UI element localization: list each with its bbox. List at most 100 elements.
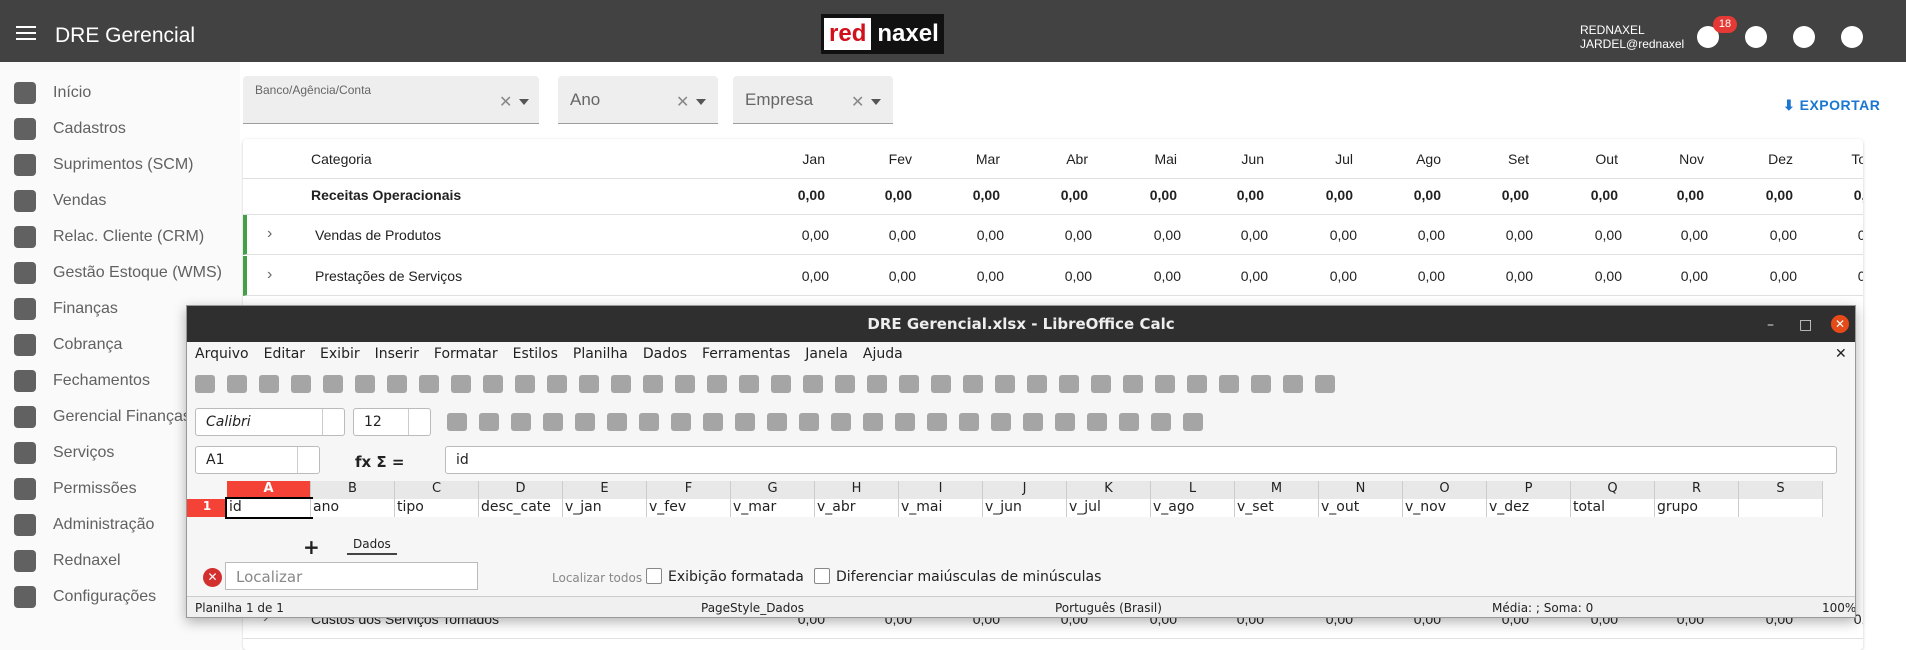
help-icon[interactable] [1745,26,1767,48]
grid-cell[interactable]: v_set [1235,499,1319,517]
close-doc-icon[interactable]: ✕ [1835,346,1847,362]
row-header-1[interactable]: 1 [187,499,227,517]
toolbar-icon[interactable] [735,413,755,431]
menu-item[interactable]: Janela [805,346,848,362]
grid-cell[interactable]: v_out [1319,499,1403,517]
refresh-icon[interactable] [1793,26,1815,48]
grid-cell[interactable] [1739,499,1823,517]
toolbar-icon[interactable] [607,413,627,431]
toolbar-icon[interactable] [639,413,659,431]
toolbar-icon[interactable] [419,375,439,393]
toolbar-icon[interactable] [963,375,983,393]
column-header[interactable]: L [1151,481,1235,499]
column-header[interactable]: F [647,481,731,499]
grid-cell[interactable]: v_fev [647,499,731,517]
column-header[interactable]: G [731,481,815,499]
toolbar-icon[interactable] [671,413,691,431]
toolbar-icon[interactable] [259,375,279,393]
case-checkbox[interactable] [814,568,830,584]
toolbar-icon[interactable] [1251,375,1271,393]
toolbar-icon[interactable] [483,375,503,393]
toolbar-icon[interactable] [1027,375,1047,393]
column-header[interactable]: O [1403,481,1487,499]
toolbar-icon[interactable] [675,375,695,393]
toolbar-icon[interactable] [1151,413,1171,431]
column-header[interactable]: M [1235,481,1319,499]
column-header[interactable]: I [899,481,983,499]
bank-filter[interactable]: Banco/Agência/Conta ✕ [243,76,539,124]
column-header[interactable]: H [815,481,899,499]
table-row[interactable]: Receitas Operacionais 0,00 0,00 0,00 0,00 0,0… [243,175,1863,215]
column-header[interactable]: B [311,481,395,499]
menu-item[interactable]: Planilha [573,346,628,362]
expand-icon[interactable]: › [267,266,272,284]
find-all-button[interactable]: Localizar todos [552,571,642,585]
grid-cell[interactable]: grupo [1655,499,1739,517]
toolbar-icon[interactable] [1087,413,1107,431]
toolbar-icon[interactable] [1119,413,1139,431]
year-filter[interactable]: Ano ✕ [558,76,718,124]
sidebar-item[interactable]: Relac. Cliente (CRM) [0,219,240,255]
sidebar-item[interactable]: Cadastros [0,111,240,147]
toolbar-icon[interactable] [479,413,499,431]
grid-cell[interactable]: v_ago [1151,499,1235,517]
table-row[interactable]: › Vendas de Produtos 0,00 0,00 0,00 0,00 0,00 0… [243,215,1863,255]
menu-item[interactable]: Estilos [513,346,558,362]
toolbar-icon[interactable] [547,375,567,393]
toolbar-icon[interactable] [867,375,887,393]
grid-cell[interactable]: v_mar [731,499,815,517]
maximize-icon[interactable]: □ [1799,317,1812,333]
sidebar-item[interactable]: Início [0,75,240,111]
sheet-tab[interactable]: Dados [347,535,397,555]
menu-item[interactable]: Editar [264,346,305,362]
toolbar-icon[interactable] [959,413,979,431]
toolbar-icon[interactable] [831,413,851,431]
column-header[interactable]: E [563,481,647,499]
grid-cell[interactable]: v_abr [815,499,899,517]
menu-item[interactable]: Inserir [375,346,419,362]
toolbar-icon[interactable] [511,413,531,431]
toolbar-icon[interactable] [611,375,631,393]
font-name-box[interactable]: Calibri [195,408,345,436]
toolbar-icon[interactable] [799,413,819,431]
grid-cell[interactable]: id [225,497,313,519]
toolbar-icon[interactable] [931,375,951,393]
expand-icon[interactable]: › [267,225,272,243]
toolbar-icon[interactable] [1219,375,1239,393]
toolbar-icon[interactable] [1023,413,1043,431]
column-header[interactable]: K [1067,481,1151,499]
toolbar-icon[interactable] [1283,375,1303,393]
toolbar-icon[interactable] [1315,375,1335,393]
toolbar-icon[interactable] [579,375,599,393]
toolbar-icon[interactable] [767,413,787,431]
close-icon[interactable]: ✕ [1831,315,1849,333]
toolbar-icon[interactable] [323,375,343,393]
toolbar-icon[interactable] [1059,375,1079,393]
sidebar-item[interactable]: Suprimentos (SCM) [0,147,240,183]
column-header[interactable]: D [479,481,563,499]
account-icon[interactable] [1841,26,1863,48]
grid-cell[interactable]: v_dez [1487,499,1571,517]
column-header[interactable]: R [1655,481,1739,499]
toolbar-icon[interactable] [707,375,727,393]
menu-item[interactable]: Dados [643,346,687,362]
toolbar-icon[interactable] [387,375,407,393]
grid-cell[interactable]: tipo [395,499,479,517]
column-header[interactable]: C [395,481,479,499]
export-button[interactable]: ⬇ EXPORTAR [1783,97,1880,114]
toolbar-icon[interactable] [995,375,1015,393]
grid-cell[interactable]: v_jun [983,499,1067,517]
toolbar-icon[interactable] [771,375,791,393]
grid-cell[interactable]: v_jan [563,499,647,517]
toolbar-icon[interactable] [447,413,467,431]
toolbar-icon[interactable] [739,375,759,393]
toolbar-icon[interactable] [1155,375,1175,393]
toolbar-icon[interactable] [895,413,915,431]
toolbar-icon[interactable] [195,375,215,393]
sidebar-item[interactable]: Gestão Estoque (WMS) [0,255,240,291]
toolbar-icon[interactable] [899,375,919,393]
toolbar-icon[interactable] [643,375,663,393]
company-filter[interactable]: Empresa ✕ [733,76,893,124]
minimize-icon[interactable]: – [1767,317,1774,333]
grid-cell[interactable]: desc_cate [479,499,563,517]
